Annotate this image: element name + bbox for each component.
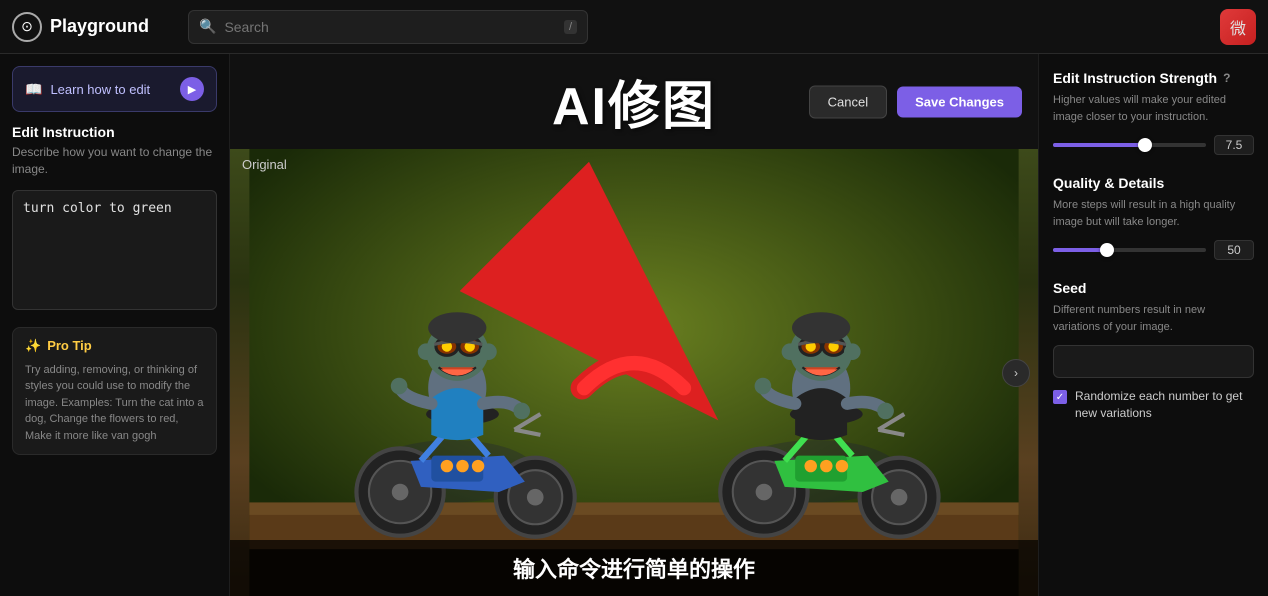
image-container: 输入命令进行简单的操作 xyxy=(230,149,1038,596)
quality-slider-row: 50 xyxy=(1053,240,1254,260)
search-input[interactable] xyxy=(224,19,556,35)
strength-section: Edit Instruction Strength ? Higher value… xyxy=(1053,70,1254,155)
seed-title: Seed xyxy=(1053,280,1254,296)
seed-section: Seed Different numbers result in new var… xyxy=(1053,280,1254,422)
chevron-right-button[interactable]: › xyxy=(1002,359,1030,387)
seed-desc: Different numbers result in new variatio… xyxy=(1053,302,1254,335)
main: 📖 Learn how to edit ▶ Edit Instruction D… xyxy=(0,54,1268,596)
quality-slider-fill xyxy=(1053,248,1107,252)
cancel-button[interactable]: Cancel xyxy=(809,85,887,118)
logo-text: Playground xyxy=(50,16,149,37)
search-shortcut: / xyxy=(564,20,577,34)
seed-input[interactable] xyxy=(1053,345,1254,378)
strength-slider-fill xyxy=(1053,143,1145,147)
instruction-input-wrapper: turn color to green xyxy=(12,190,217,315)
edit-instruction-section: Edit Instruction Describe how you want t… xyxy=(12,124,217,178)
strength-info-icon[interactable]: ? xyxy=(1223,71,1230,85)
randomize-checkbox[interactable]: ✓ xyxy=(1053,390,1067,404)
search-icon: 🔍 xyxy=(199,18,216,35)
randomize-label: Randomize each number to get new variati… xyxy=(1075,388,1254,422)
edit-instruction-desc: Describe how you want to change the imag… xyxy=(12,144,217,178)
canvas-content: Original › xyxy=(230,149,1038,596)
quality-desc: More steps will result in a high quality… xyxy=(1053,197,1254,230)
strength-title: Edit Instruction Strength ? xyxy=(1053,70,1254,86)
edit-instruction-title: Edit Instruction xyxy=(12,124,217,140)
strength-desc: Higher values will make your edited imag… xyxy=(1053,92,1254,125)
canvas-toolbar: AI修图 Cancel Save Changes xyxy=(230,54,1038,149)
quality-section: Quality & Details More steps will result… xyxy=(1053,175,1254,260)
logo-icon: ⊙ xyxy=(12,12,42,42)
strength-slider-value: 7.5 xyxy=(1214,135,1254,155)
subtitle-text: 输入命令进行简单的操作 xyxy=(513,557,755,582)
book-icon: 📖 xyxy=(25,81,42,98)
sidebar: 📖 Learn how to edit ▶ Edit Instruction D… xyxy=(0,54,230,596)
right-panel: Edit Instruction Strength ? Higher value… xyxy=(1038,54,1268,596)
learn-how-to-edit-button[interactable]: 📖 Learn how to edit ▶ xyxy=(12,66,217,112)
original-label: Original xyxy=(242,157,287,172)
strength-slider-track[interactable] xyxy=(1053,143,1206,147)
strength-slider-thumb xyxy=(1138,138,1152,152)
canvas-area: AI修图 Cancel Save Changes Original › xyxy=(230,54,1038,596)
pro-tip-header: ✨ Pro Tip xyxy=(25,338,204,354)
learn-btn-label: Learn how to edit xyxy=(50,82,150,97)
quality-title: Quality & Details xyxy=(1053,175,1254,191)
pro-tip-box: ✨ Pro Tip Try adding, removing, or think… xyxy=(12,327,217,456)
strength-slider-row: 7.5 xyxy=(1053,135,1254,155)
quality-slider-value: 50 xyxy=(1214,240,1254,260)
randomize-row: ✓ Randomize each number to get new varia… xyxy=(1053,388,1254,422)
search-bar[interactable]: 🔍 / xyxy=(188,10,588,44)
header-right: 微 xyxy=(1220,9,1256,45)
canvas-title: AI修图 xyxy=(552,64,716,139)
save-changes-button[interactable]: Save Changes xyxy=(897,86,1022,117)
pro-tip-text: Try adding, removing, or thinking of sty… xyxy=(25,362,204,445)
quality-slider-track[interactable] xyxy=(1053,248,1206,252)
motorcycle-scene-svg xyxy=(230,149,1038,596)
canvas-actions: Cancel Save Changes xyxy=(809,85,1022,118)
user-avatar[interactable]: 微 xyxy=(1220,9,1256,45)
star-icon: ✨ xyxy=(25,338,41,354)
logo-area: ⊙ Playground xyxy=(12,12,172,42)
subtitle-overlay: 输入命令进行简单的操作 xyxy=(230,540,1038,596)
instruction-textarea[interactable]: turn color to green xyxy=(12,190,217,310)
learn-btn-arrow-icon: ▶ xyxy=(180,77,204,101)
header: ⊙ Playground 🔍 / 微 xyxy=(0,0,1268,54)
quality-slider-thumb xyxy=(1100,243,1114,257)
